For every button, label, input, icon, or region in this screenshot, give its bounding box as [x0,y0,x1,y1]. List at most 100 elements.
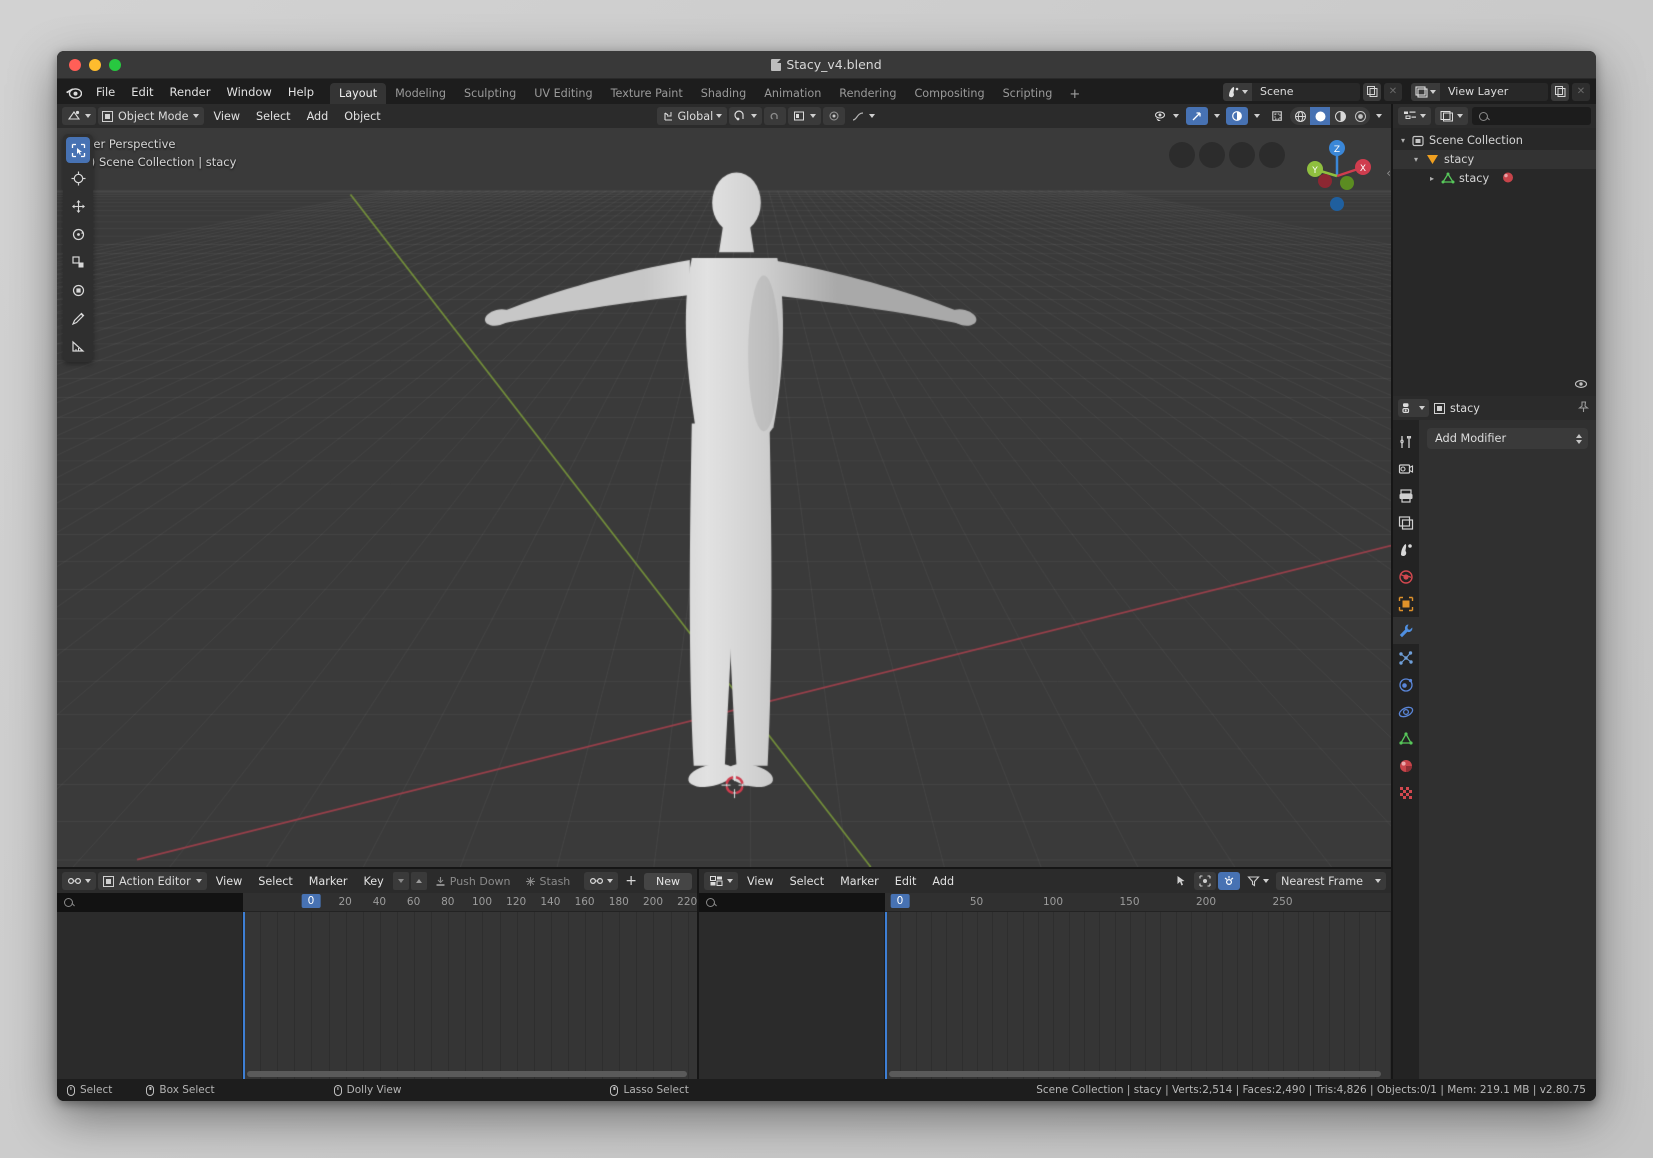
menu-file[interactable]: File [88,82,123,102]
tab-view-layer-properties[interactable] [1393,509,1419,536]
window-controls[interactable] [57,59,121,71]
visibility-selector[interactable] [1149,107,1184,125]
tab-object-properties[interactable] [1393,590,1419,617]
select-box-tool[interactable] [66,137,90,163]
camera-view-button[interactable] [1229,142,1255,168]
zoom-view-button[interactable] [1169,142,1195,168]
stash-button[interactable]: Stash [519,873,577,890]
graph-current-frame-indicator[interactable]: 0 [891,894,910,908]
tab-compositing[interactable]: Compositing [905,83,993,105]
interaction-mode-selector[interactable]: Object Mode [98,107,204,125]
only-selected-curves-button[interactable] [1170,872,1192,890]
graph-menu-view[interactable]: View [740,873,781,890]
normalize-curves-button[interactable] [1218,872,1240,890]
proportional-editing-selector[interactable] [788,107,821,125]
dope-mode-selector[interactable]: Action Editor [98,872,207,890]
new-scene-button[interactable] [1363,83,1381,101]
add-action-button[interactable]: + [620,873,642,889]
tab-modeling[interactable]: Modeling [386,83,455,105]
graph-menu-add[interactable]: Add [925,873,961,890]
dope-sheet-body[interactable] [57,912,697,1079]
gizmo-toggle-button[interactable] [1186,107,1208,125]
playhead[interactable] [885,912,887,1079]
view-layer-browse-icon[interactable] [1411,83,1440,101]
transform-orientation-selector[interactable]: Global [657,107,728,125]
gizmo-options-dropdown[interactable] [1210,107,1224,125]
transform-tool[interactable] [66,277,90,303]
dope-menu-marker[interactable]: Marker [302,873,355,890]
new-view-layer-button[interactable] [1551,83,1569,101]
tab-texture-paint[interactable]: Texture Paint [602,83,692,105]
dope-sheet-ruler[interactable]: 0 20406080100120140160180200220240 [57,893,697,912]
tab-animation[interactable]: Animation [755,83,830,105]
rendered-shading-button[interactable] [1350,107,1370,125]
scale-tool[interactable] [66,249,90,275]
browse-action-up-button[interactable] [411,872,427,890]
annotate-tool[interactable] [66,305,90,331]
tab-object-data-properties[interactable] [1393,725,1419,752]
cursor-tool[interactable] [66,165,90,191]
shading-options-dropdown[interactable] [1372,107,1386,125]
measure-tool[interactable] [66,333,90,359]
dope-menu-select[interactable]: Select [251,873,300,890]
dope-channel-list[interactable] [57,912,243,1079]
menu-edit[interactable]: Edit [123,82,161,102]
browse-action-down-button[interactable] [393,872,409,890]
viewport-3d-scene[interactable] [57,128,1391,867]
tab-material-properties[interactable] [1393,752,1419,779]
scene-selector[interactable]: Scene [1223,83,1360,101]
add-workspace-button[interactable]: + [1061,85,1088,104]
view-layer-selector[interactable]: View Layer [1411,83,1548,101]
overlay-options-dropdown[interactable] [1250,107,1264,125]
graph-channel-search[interactable] [699,893,885,912]
action-datablock-icon[interactable] [584,872,618,890]
disclosure-triangle-icon[interactable]: ▾ [1411,155,1421,164]
solid-shading-button[interactable] [1310,107,1330,125]
blender-logo-icon[interactable] [63,83,84,100]
sidebar-collapse-arrow-icon[interactable]: ‹ [1386,166,1391,180]
move-tool[interactable] [66,193,90,219]
tab-render-properties[interactable] [1393,455,1419,482]
tab-world-properties[interactable] [1393,563,1419,590]
graph-editor-type-selector[interactable] [704,872,738,890]
shading-mode-group[interactable] [1290,107,1370,125]
viewport-quick-nav-buttons[interactable] [1169,142,1285,168]
menu-render[interactable]: Render [162,82,219,102]
dope-horizontal-scrollbar[interactable] [247,1071,687,1077]
rotate-tool[interactable] [66,221,90,247]
xray-toggle-button[interactable] [1266,107,1288,125]
tab-modifier-properties[interactable] [1393,617,1419,644]
tab-constraint-properties[interactable] [1393,698,1419,725]
close-window-button[interactable] [69,59,81,71]
disclosure-triangle-icon[interactable]: ▸ [1427,174,1437,183]
proportional-falloff-button[interactable] [823,107,845,125]
scene-browse-icon[interactable] [1223,83,1252,101]
viewport-menu-view[interactable]: View [206,108,247,125]
scene-name-field[interactable]: Scene [1252,83,1360,101]
falloff-curve-selector[interactable] [847,107,880,125]
graph-menu-marker[interactable]: Marker [833,873,886,890]
maximize-window-button[interactable] [109,59,121,71]
menu-window[interactable]: Window [218,82,279,102]
pin-id-icon[interactable] [1578,401,1589,416]
outliner-editor-type-selector[interactable] [1398,107,1431,125]
outliner-row-stacy-collection[interactable]: ▾ stacy [1393,150,1596,169]
graph-channel-list[interactable] [699,912,885,1079]
viewport-menu-add[interactable]: Add [300,108,336,125]
snapping-selector[interactable] [729,107,762,125]
tab-rendering[interactable]: Rendering [830,83,905,105]
add-modifier-button[interactable]: Add Modifier [1427,428,1588,449]
dope-current-frame-indicator[interactable]: 0 [302,894,321,908]
overlays-toggle-button[interactable] [1226,107,1248,125]
show-hidden-curves-button[interactable] [1194,872,1216,890]
outliner-row-stacy-mesh[interactable]: ▸ stacy [1393,169,1596,188]
navigation-gizmo[interactable]: Z X Y [1297,136,1377,216]
graph-curve-grid[interactable] [885,912,1391,1079]
tab-scene-properties[interactable] [1393,536,1419,563]
tab-shading[interactable]: Shading [692,83,755,105]
tab-texture-properties[interactable] [1393,779,1419,806]
move-view-button[interactable] [1199,142,1225,168]
delete-scene-button[interactable]: ✕ [1384,83,1402,101]
graph-menu-edit[interactable]: Edit [888,873,924,890]
outliner-row-scene-collection[interactable]: ▾ Scene Collection [1393,131,1596,150]
